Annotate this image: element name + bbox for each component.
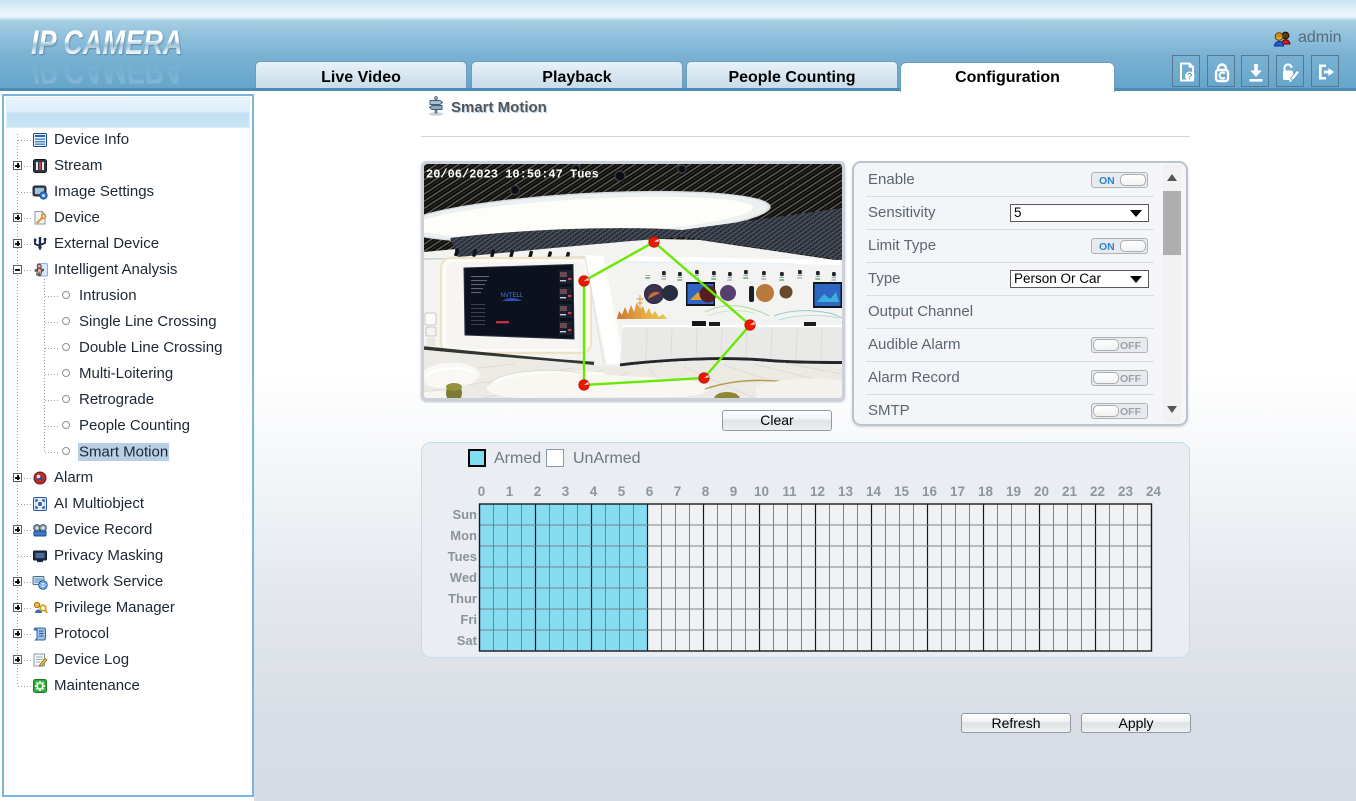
- svg-text:13: 13: [838, 484, 854, 499]
- svg-text:2: 2: [534, 484, 542, 499]
- svg-text:6: 6: [646, 484, 654, 499]
- svg-text:9: 9: [730, 484, 738, 499]
- svg-text:3: 3: [562, 484, 570, 499]
- svg-text:?: ?: [1187, 72, 1193, 82]
- svg-text:17: 17: [950, 484, 965, 499]
- svg-text:Tues: Tues: [448, 549, 477, 564]
- svg-text:22: 22: [1090, 484, 1105, 499]
- svg-text:21: 21: [1062, 484, 1078, 499]
- svg-text:15: 15: [894, 484, 910, 499]
- svg-text:5: 5: [618, 484, 626, 499]
- svg-text:Sun: Sun: [452, 507, 477, 522]
- svg-text:20/06/2023 10:50:47 Tues: 20/06/2023 10:50:47 Tues: [426, 168, 599, 182]
- svg-text:0: 0: [478, 484, 486, 499]
- svg-text:16: 16: [922, 484, 938, 499]
- svg-text:19: 19: [1006, 484, 1021, 499]
- svg-text:23: 23: [1118, 484, 1134, 499]
- svg-text:10: 10: [754, 484, 769, 499]
- svg-text:14: 14: [866, 484, 882, 499]
- svg-text:12: 12: [810, 484, 825, 499]
- svg-text:8: 8: [702, 484, 710, 499]
- svg-text:Mon: Mon: [450, 528, 477, 543]
- svg-text:Wed: Wed: [450, 570, 477, 585]
- svg-text:18: 18: [978, 484, 994, 499]
- svg-text:Sat: Sat: [457, 633, 478, 648]
- svg-text:24: 24: [1146, 484, 1162, 499]
- svg-text:Fri: Fri: [460, 612, 477, 627]
- svg-text:20: 20: [1034, 484, 1049, 499]
- svg-text:7: 7: [674, 484, 682, 499]
- svg-text:1: 1: [506, 484, 514, 499]
- svg-text:Thur: Thur: [448, 591, 477, 606]
- svg-text:11: 11: [782, 484, 797, 499]
- svg-text:4: 4: [590, 484, 598, 499]
